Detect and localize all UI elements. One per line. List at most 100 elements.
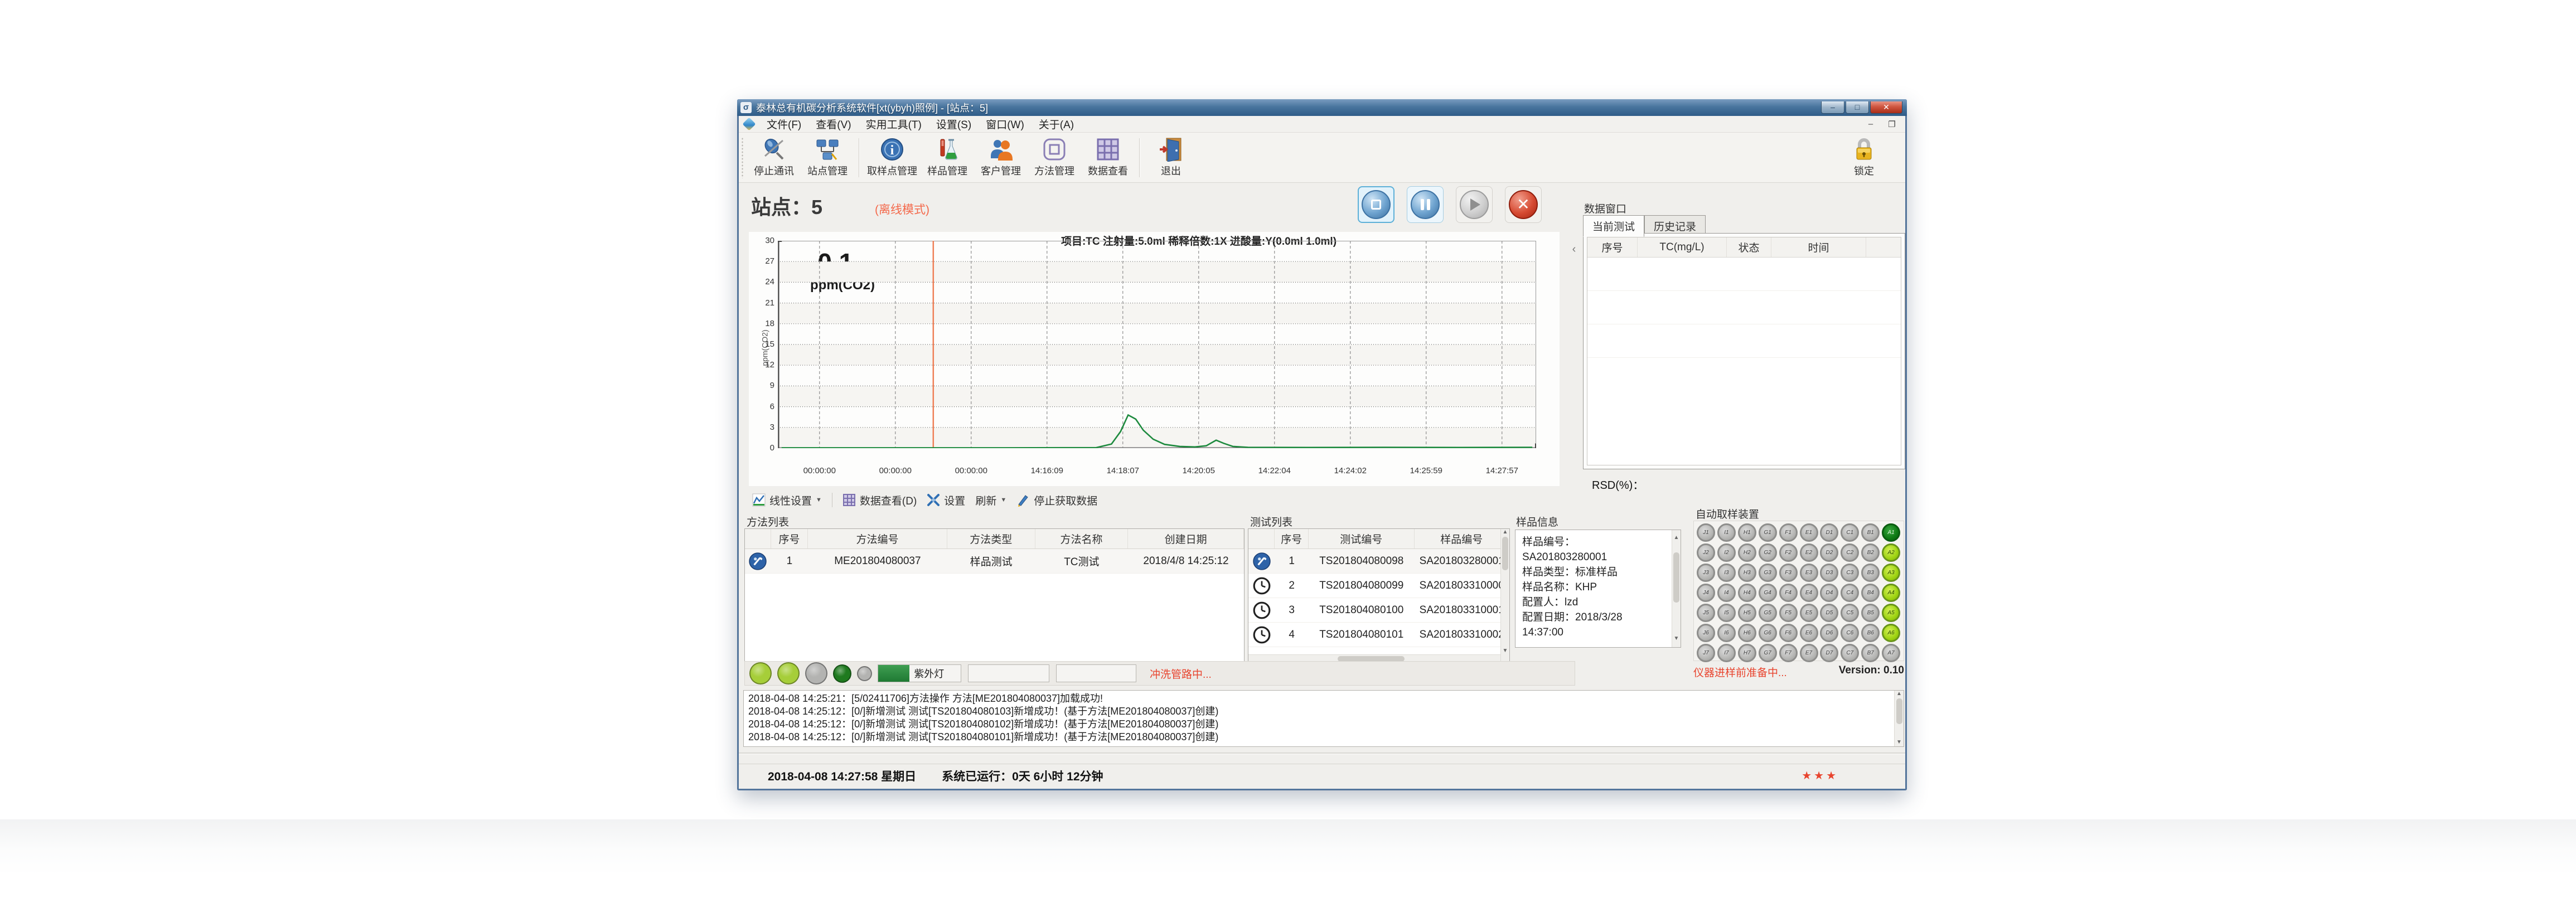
method-manage-button[interactable]: 方法管理 (1028, 134, 1081, 181)
autosampler-vial-G1[interactable]: G1 (1759, 523, 1777, 542)
autosampler-vial-I4[interactable]: I4 (1717, 584, 1736, 602)
autosampler-vial-J4[interactable]: J4 (1697, 584, 1715, 602)
autosampler-vial-B4[interactable]: B4 (1861, 584, 1880, 602)
close-button[interactable]: ✕ (1870, 101, 1902, 114)
autosampler-vial-F7[interactable]: F7 (1779, 644, 1798, 662)
test-list-table[interactable]: 序号测试编号样品编号1TS201804080098SA2018032800012… (1248, 528, 1510, 663)
tab-current-test[interactable]: 当前测试 (1583, 215, 1644, 237)
autosampler-vial-D1[interactable]: D1 (1820, 523, 1838, 542)
sample-info-scrollbar[interactable]: ▲▼ (1672, 530, 1681, 647)
autosampler-vial-J7[interactable]: J7 (1697, 644, 1715, 662)
customer-manage-button[interactable]: 客户管理 (974, 134, 1028, 181)
autosampler-vial-H7[interactable]: H7 (1738, 644, 1756, 662)
autosampler-vial-F3[interactable]: F3 (1779, 564, 1798, 582)
autosampler-vial-A5[interactable]: A5 (1882, 604, 1900, 622)
abort-run-button[interactable]: ✕ (1505, 186, 1542, 223)
log-panel[interactable]: 2018-04-08 14:25:21：[5/02411706]方法操作 方法[… (743, 690, 1904, 747)
autosampler-vial-B3[interactable]: B3 (1861, 564, 1880, 582)
autosampler-vial-A4[interactable]: A4 (1882, 584, 1900, 602)
autosampler-vial-J2[interactable]: J2 (1697, 543, 1715, 562)
log-scrollbar[interactable]: ▲▼ (1894, 691, 1904, 746)
autosampler-vial-G6[interactable]: G6 (1759, 624, 1777, 642)
table-row[interactable]: 1ME201804080037样品测试TC测试2018/4/8 14:25:12 (745, 549, 1244, 574)
autosampler-vial-C5[interactable]: C5 (1841, 604, 1859, 622)
autosampler-vial-C7[interactable]: C7 (1841, 644, 1859, 662)
autosampler-vial-H3[interactable]: H3 (1738, 564, 1756, 582)
autosampler-vial-F5[interactable]: F5 (1779, 604, 1798, 622)
stop-run-button[interactable] (1358, 186, 1394, 223)
table-row[interactable]: 1TS201804080098SA201803280001 (1248, 549, 1509, 574)
autosampler-vial-J3[interactable]: J3 (1697, 564, 1715, 582)
autosampler-vial-H4[interactable]: H4 (1738, 584, 1756, 602)
autosampler-vial-F1[interactable]: F1 (1779, 523, 1798, 542)
autosampler-vial-E5[interactable]: E5 (1800, 604, 1818, 622)
data-view-button[interactable]: 数据查看 (1081, 134, 1135, 181)
autosampler-vial-G7[interactable]: G7 (1759, 644, 1777, 662)
autosampler-vial-G4[interactable]: G4 (1759, 584, 1777, 602)
autosampler-vial-G2[interactable]: G2 (1759, 543, 1777, 562)
autosampler-vial-J1[interactable]: J1 (1697, 523, 1715, 542)
autosampler-vial-C4[interactable]: C4 (1841, 584, 1859, 602)
column-header[interactable]: 创建日期 (1128, 529, 1244, 548)
autosampler-vial-I7[interactable]: I7 (1717, 644, 1736, 662)
autosampler-vial-C2[interactable]: C2 (1841, 543, 1859, 562)
menu-settings[interactable]: 设置(S) (929, 115, 979, 133)
start-run-button[interactable] (1456, 186, 1493, 223)
linear-settings-button[interactable]: 线性设置 ▼ (750, 492, 824, 509)
autosampler-vial-I1[interactable]: I1 (1717, 523, 1736, 542)
autosampler-vial-A3[interactable]: A3 (1882, 564, 1900, 582)
autosampler-vial-G3[interactable]: G3 (1759, 564, 1777, 582)
autosampler-vial-C6[interactable]: C6 (1841, 624, 1859, 642)
minimize-button[interactable]: – (1821, 101, 1844, 114)
column-header[interactable]: 方法名称 (1035, 529, 1128, 548)
autosampler-vial-I3[interactable]: I3 (1717, 564, 1736, 582)
autosampler-vial-E1[interactable]: E1 (1800, 523, 1818, 542)
column-header[interactable]: 状态 (1727, 237, 1771, 257)
mdi-minimize-button[interactable]: – (1864, 119, 1877, 129)
column-header[interactable]: 样品编号 (1415, 529, 1510, 548)
chart-settings-button[interactable]: 设置 (924, 492, 967, 509)
autosampler-vial-H1[interactable]: H1 (1738, 523, 1756, 542)
autosampler-vial-B1[interactable]: B1 (1861, 523, 1880, 542)
autosampler-vial-H6[interactable]: H6 (1738, 624, 1756, 642)
autosampler-vial-E2[interactable]: E2 (1800, 543, 1818, 562)
autosampler-vial-C1[interactable]: C1 (1841, 523, 1859, 542)
autosampler-vial-G5[interactable]: G5 (1759, 604, 1777, 622)
refresh-button[interactable]: 刷新 ▼ (973, 492, 1009, 509)
autosampler-vial-E6[interactable]: E6 (1800, 624, 1818, 642)
menu-window[interactable]: 窗口(W) (979, 115, 1032, 133)
autosampler-vial-D4[interactable]: D4 (1820, 584, 1838, 602)
autosampler-vial-D5[interactable]: D5 (1820, 604, 1838, 622)
column-header[interactable]: 方法类型 (947, 529, 1035, 548)
autosampler-vial-J5[interactable]: J5 (1697, 604, 1715, 622)
autosampler-vial-H2[interactable]: H2 (1738, 543, 1756, 562)
stop-comm-button[interactable]: 停止通讯 (747, 134, 801, 181)
autosampler-vial-E3[interactable]: E3 (1800, 564, 1818, 582)
lock-button[interactable]: 锁定 (1837, 134, 1891, 181)
stop-data-fetch-button[interactable]: 停止获取数据 (1014, 492, 1100, 509)
autosampler-vial-F2[interactable]: F2 (1779, 543, 1798, 562)
autosampler-vial-F6[interactable]: F6 (1779, 624, 1798, 642)
autosampler-vial-B6[interactable]: B6 (1861, 624, 1880, 642)
autosampler-vial-H5[interactable]: H5 (1738, 604, 1756, 622)
table-row[interactable]: 2TS201804080099SA201803310000 (1248, 574, 1509, 598)
menu-tools[interactable]: 实用工具(T) (859, 115, 929, 133)
autosampler-vial-A1[interactable]: A1 (1882, 523, 1900, 542)
column-header[interactable]: TC(mg/L) (1638, 237, 1727, 257)
autosampler-vial-A2[interactable]: A2 (1882, 543, 1900, 562)
pause-run-button[interactable] (1407, 186, 1444, 223)
column-header[interactable]: 序号 (1275, 529, 1309, 548)
menu-about[interactable]: 关于(A) (1032, 115, 1081, 133)
column-header[interactable]: 测试编号 (1309, 529, 1414, 548)
test-list-vertical-scrollbar[interactable]: ▲▼ (1500, 529, 1509, 663)
table-row[interactable]: 3TS201804080100SA201803310001 (1248, 598, 1509, 623)
column-header[interactable]: 方法编号 (808, 529, 947, 548)
autosampler-vial-D3[interactable]: D3 (1820, 564, 1838, 582)
table-row[interactable]: 4TS201804080101SA201803310002 (1248, 623, 1509, 647)
menu-view[interactable]: 查看(V) (808, 115, 858, 133)
data-view-d-button[interactable]: 数据查看(D) (840, 492, 919, 509)
autosampler-vial-F4[interactable]: F4 (1779, 584, 1798, 602)
autosampler-vial-B2[interactable]: B2 (1861, 543, 1880, 562)
exit-button[interactable]: 退出 (1144, 134, 1198, 181)
column-header[interactable]: 序号 (771, 529, 808, 548)
